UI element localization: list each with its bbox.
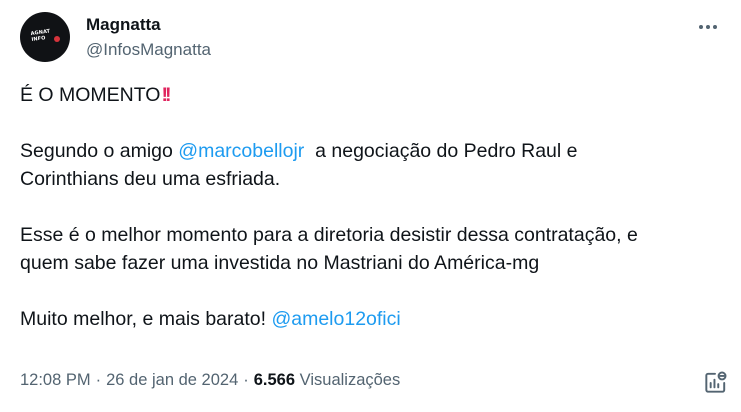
mention-link-amelo12ofici[interactable]: @amelo12ofici xyxy=(271,308,400,330)
views-count: 6.566 xyxy=(253,371,296,389)
tweet-meta: 12:08 PM · 26 de jan de 2024 · 6.566 Visuali… xyxy=(20,371,400,390)
meta-separator: · xyxy=(95,371,102,389)
p1-suffix-text: a negociação do Pedro Raul e xyxy=(304,140,578,162)
author-display-name[interactable]: Magnatta xyxy=(86,14,211,36)
tweet-header: AGNAT INFO Magnatta @InfosMagnatta xyxy=(20,10,725,62)
p1-prefix-text: Segundo o amigo xyxy=(20,140,179,162)
p2-line2-text: quem sabe fazer uma investida no Mastria… xyxy=(20,252,540,274)
tweet-time[interactable]: 12:08 PM xyxy=(20,371,91,389)
avatar[interactable]: AGNAT INFO xyxy=(20,12,70,62)
tweet-text: É O MOMENTO!! Segundo o amigo @marcobell… xyxy=(20,81,725,333)
tweet-card: AGNAT INFO Magnatta @InfosMagnatta É O M… xyxy=(0,0,741,412)
tweet-date[interactable]: 26 de jan de 2024 xyxy=(106,371,238,389)
post-analytics-icon xyxy=(705,371,727,393)
tweet-headline-paragraph: É O MOMENTO!! xyxy=(20,81,725,109)
p2-line1-text: Esse é o melhor momento para a diretoria… xyxy=(20,224,638,246)
more-options-button[interactable] xyxy=(691,14,725,40)
meta-separator-2: · xyxy=(243,371,249,389)
author-names: Magnatta @InfosMagnatta xyxy=(86,14,211,61)
tweet-headline: É O MOMENTO xyxy=(20,84,161,106)
views-label: Visualizações xyxy=(299,371,401,389)
p1-line2-text: Corinthians deu uma esfriada. xyxy=(20,168,281,190)
double-exclamation-emoji: !! xyxy=(161,84,171,106)
tweet-paragraph-3: Muito melhor, e mais barato! @amelo12ofi… xyxy=(20,305,725,333)
more-horizontal-icon xyxy=(698,25,719,29)
author-handle[interactable]: @InfosMagnatta xyxy=(86,39,211,61)
mention-link-marcobellojr[interactable]: @marcobellojr xyxy=(178,140,304,162)
tweet-paragraph-1: Segundo o amigo @marcobellojr a negociaç… xyxy=(20,137,725,193)
post-analytics-button[interactable] xyxy=(702,370,728,396)
tweet-paragraph-2: Esse é o melhor momento para a diretoria… xyxy=(20,221,725,277)
p3-text: Muito melhor, e mais barato! xyxy=(20,308,272,330)
avatar-accent xyxy=(54,36,60,42)
